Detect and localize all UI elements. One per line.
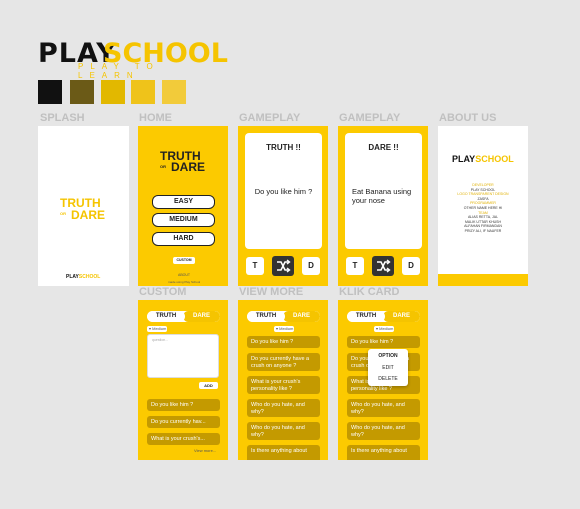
custom-tabbar: DARE TRUTH (147, 311, 220, 322)
medium-button[interactable]: MEDIUM (152, 213, 215, 227)
logo-tagline: PLAY TO LEARN (78, 62, 160, 80)
view-more-level-select[interactable]: ▾ Medium (274, 326, 294, 332)
brand-logo: PLAY SCHOOL PLAY TO LEARN (38, 38, 228, 80)
splash-or: OR (60, 211, 66, 216)
about-footer-bar (438, 274, 528, 286)
splash-brand-play: PLAY (66, 274, 79, 280)
klik-item-6[interactable]: Is there anything about (347, 445, 420, 460)
about-line: PRIZY ALI, IF NAUFER (464, 228, 502, 233)
dare-t-button[interactable]: T (346, 257, 364, 275)
view-more-tab-dare[interactable]: DARE (283, 311, 320, 322)
klik-tab-truth[interactable]: TRUTH (347, 311, 385, 322)
about-brand-play: PLAY (452, 154, 476, 164)
dare-shuffle-button[interactable] (372, 256, 394, 276)
hard-button[interactable]: HARD (152, 232, 215, 246)
shuffle-button[interactable] (272, 256, 294, 276)
shuffle-icon (277, 259, 291, 273)
custom-view-more-link[interactable]: View more... (194, 448, 216, 453)
options-delete[interactable]: DELETE (368, 376, 408, 382)
truth-card[interactable]: TRUTH !! Do you like him ? (245, 133, 322, 249)
view-more-item-6[interactable]: Is there anything about (247, 445, 320, 460)
view-more-tabbar: DARE TRUTH (247, 311, 320, 322)
splash-dare: DARE (71, 208, 106, 222)
color-palette (38, 80, 188, 106)
view-more-item-1[interactable]: Do you like him ? (247, 336, 320, 348)
view-more-item-3[interactable]: What is your crush's personality like ? (247, 376, 320, 394)
swatch-3 (101, 80, 125, 104)
klik-tabbar: DARE TRUTH (347, 311, 420, 322)
options-popup: OPTION EDIT DELETE (368, 349, 408, 386)
view-more-item-2[interactable]: Do you currently have a crush on anyone … (247, 353, 320, 371)
home-footer: made using Play School (168, 280, 201, 284)
label-home: HOME (139, 112, 172, 124)
label-gameplay-2: GAMEPLAY (339, 112, 401, 124)
label-splash: SPLASH (40, 112, 85, 124)
home-screen: TRUTH OR DARE EASY MEDIUM HARD CUSTOM AB… (138, 126, 228, 286)
klik-item-4[interactable]: Who do you hate, and why? (347, 399, 420, 417)
splash-brand-school: SCHOOL (78, 274, 101, 280)
splash-screen: TRUTH OR DARE PLAYSCHOOL (38, 126, 129, 286)
swatch-4 (131, 80, 155, 104)
swatch-1 (38, 80, 62, 104)
view-more-tab-truth[interactable]: TRUTH (247, 311, 285, 322)
custom-add-button[interactable]: ADD (199, 382, 218, 389)
view-more-item-4[interactable]: Who do you hate, and why? (247, 399, 320, 417)
gameplay-truth-screen: TRUTH !! Do you like him ? T D (238, 126, 328, 286)
shuffle-icon (377, 259, 391, 273)
truth-d-button[interactable]: D (302, 257, 320, 275)
label-gameplay-1: GAMEPLAY (239, 112, 301, 124)
label-view-more: VIEW MORE (239, 286, 304, 298)
custom-button[interactable]: CUSTOM (173, 257, 195, 264)
custom-tab-truth[interactable]: TRUTH (147, 311, 185, 322)
options-title: OPTION (378, 353, 398, 359)
home-or: OR (160, 164, 166, 169)
custom-tab-dare[interactable]: DARE (183, 311, 220, 322)
klik-level-select[interactable]: ▾ Medium (374, 326, 394, 332)
custom-level-select[interactable]: ▾ Medium (147, 326, 167, 332)
custom-screen: DARE TRUTH ▾ Medium question... ADD Do y… (138, 300, 228, 460)
swatch-5 (162, 80, 186, 104)
custom-item-2[interactable]: Do you currently hav... (147, 416, 220, 428)
home-dare: DARE (171, 160, 206, 174)
klik-level-value: Medium (379, 326, 394, 331)
label-about: ABOUT US (439, 112, 497, 124)
klik-item-1[interactable]: Do you like him ? (347, 336, 420, 348)
dare-card-question: Eat Banana using your nose (352, 187, 412, 205)
custom-item-3[interactable]: What is your crush's... (147, 433, 220, 445)
gameplay-dare-screen: DARE !! Eat Banana using your nose T D (338, 126, 428, 286)
klik-card-screen: DARE TRUTH ▾ Medium Do you like him ? Do… (338, 300, 428, 460)
about-credits: DEVELOPER PLAY SCHOOL LOGO TRANSPARENT DES… (438, 183, 528, 234)
view-more-level-value: Medium (279, 326, 294, 331)
truth-card-title: TRUTH !! (266, 143, 301, 152)
dare-card-title: DARE !! (368, 143, 399, 152)
label-klik-card: KLIK CARD (339, 286, 400, 298)
about-brand-school: SCHOOL (475, 154, 514, 164)
easy-button[interactable]: EASY (152, 195, 215, 209)
custom-item-1[interactable]: Do you like him ? (147, 399, 220, 411)
custom-question-input[interactable]: question... (147, 334, 219, 378)
about-screen: PLAYSCHOOL DEVELOPER PLAY SCHOOL LOGO TRAN… (438, 126, 528, 286)
custom-level-value: Medium (152, 326, 167, 331)
truth-t-button[interactable]: T (246, 257, 264, 275)
custom-input-placeholder: question... (152, 338, 169, 342)
klik-item-5[interactable]: Who do you hate, and why? (347, 422, 420, 440)
swatch-2 (70, 80, 94, 104)
dare-card[interactable]: DARE !! Eat Banana using your nose (345, 133, 422, 249)
options-edit[interactable]: EDIT (368, 365, 408, 371)
about-brand: PLAYSCHOOL (452, 154, 514, 164)
truth-card-question: Do you like him ? (254, 187, 313, 196)
about-link[interactable]: ABOUT (178, 273, 190, 277)
splash-brand: PLAYSCHOOL (66, 274, 100, 280)
label-custom: CUSTOM (139, 286, 187, 298)
view-more-item-5[interactable]: Who do you hate, and why? (247, 422, 320, 440)
view-more-screen: DARE TRUTH ▾ Medium Do you like him ? Do… (238, 300, 328, 460)
dare-d-button[interactable]: D (402, 257, 420, 275)
klik-tab-dare[interactable]: DARE (383, 311, 420, 322)
